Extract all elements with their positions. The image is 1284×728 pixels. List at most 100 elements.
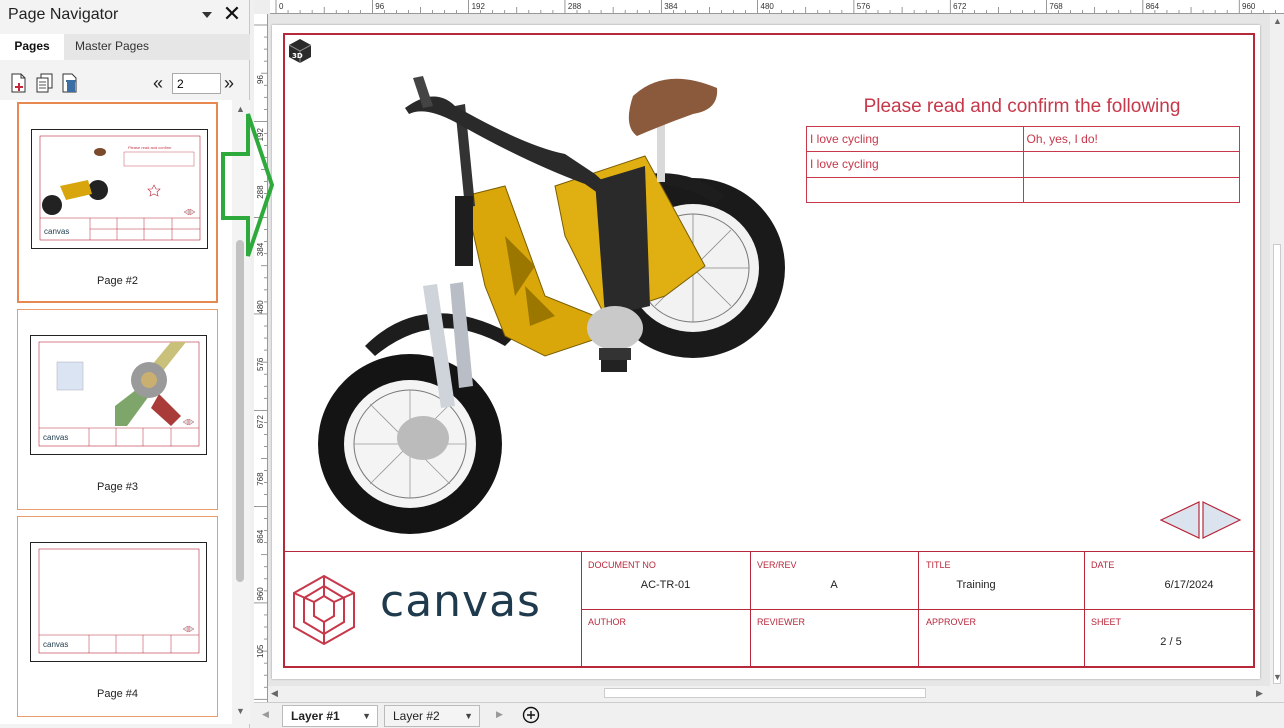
3d-cube-icon[interactable]: 3D (286, 37, 314, 65)
delete-page-icon[interactable] (60, 73, 80, 93)
ruler-label: 105 (256, 644, 265, 658)
layer-tab-bar: ◀ Layer #1 ▼ Layer #2 ▼ ▶ (254, 702, 1284, 728)
thumbnail-label: Page #2 (97, 275, 138, 287)
ruler-label: 576 (256, 357, 265, 371)
layer-next-icon[interactable]: ▶ (496, 709, 503, 720)
ruler-label: 672 (256, 415, 265, 429)
ruler-label: 768 (1049, 2, 1063, 11)
ruler-label: 960 (1242, 2, 1256, 11)
table-row: I love cycling Oh, yes, I do! (806, 125, 1240, 153)
thumbnail-label: Page #4 (97, 688, 138, 700)
ruler-label: 864 (256, 529, 265, 543)
page-thumbnail-2[interactable]: Please read and confirm canvas Page #2 (17, 102, 218, 303)
table-cell[interactable]: I love cycling (806, 151, 1024, 178)
ruler-label: 480 (761, 2, 775, 11)
layer-tab-label: Layer #2 (393, 709, 440, 723)
sheet-navigation-arrows[interactable] (1160, 500, 1242, 540)
ruler-label: 576 (857, 2, 871, 11)
table-cell[interactable] (806, 176, 1024, 204)
bike-3d-model[interactable] (305, 66, 805, 536)
tab-master-pages[interactable]: Master Pages (64, 34, 160, 60)
sheet-value[interactable]: 2 / 5 (1124, 636, 1218, 648)
thumbnail-preview: Please read and confirm canvas (31, 129, 208, 249)
scroll-left-icon[interactable]: ◀ (271, 688, 278, 699)
title-value[interactable]: Training (918, 579, 1034, 591)
add-layer-icon[interactable] (522, 706, 540, 724)
scroll-down-icon[interactable]: ▼ (1273, 672, 1282, 682)
scroll-down-icon[interactable]: ▼ (236, 706, 245, 716)
table-cell[interactable] (1022, 176, 1240, 204)
chevron-down-icon[interactable]: ▼ (362, 706, 371, 726)
close-icon[interactable]: ✕ (222, 3, 242, 25)
field-label: DATE (1091, 560, 1115, 570)
ruler-label: 864 (1146, 2, 1160, 11)
page-thumbnail-4[interactable]: canvas Page #4 (17, 516, 218, 717)
canvas-logo-icon (293, 574, 355, 646)
page-navigator-panel: Page Navigator ✕ Pages Master Pages « » (0, 0, 250, 728)
svg-text:Please read and confirm: Please read and confirm (128, 145, 172, 150)
field-label: REVIEWER (757, 617, 806, 627)
confirm-heading: Please read and confirm the following (863, 96, 1181, 117)
layer-tab-1[interactable]: Layer #1 ▼ (282, 705, 378, 727)
thumbnail-label: Page #3 (97, 481, 138, 493)
scrollbar-thumb[interactable] (1273, 244, 1281, 684)
table-row: I love cycling (806, 151, 1240, 178)
ruler-label: 768 (256, 472, 265, 486)
ruler-label: 288 (568, 2, 582, 11)
field-label: SHEET (1091, 617, 1122, 627)
ruler-label: 960 (256, 587, 265, 601)
document-no-value[interactable]: AC-TR-01 (581, 579, 750, 591)
title-block: canvas DOCUMENT NO AC-TR-01 VER/REV A TI… (284, 551, 1254, 668)
green-arrow-annotation (221, 113, 275, 257)
thumbnail-preview: canvas (30, 542, 207, 662)
horizontal-ruler: 0961922883844805766727688649601056115212… (270, 0, 1284, 14)
scroll-right-icon[interactable]: ▶ (1256, 688, 1263, 699)
ruler-corner (254, 0, 270, 14)
scrollbar-thumb[interactable] (236, 240, 244, 582)
thumbnail-preview: canvas (30, 335, 207, 455)
svg-text:canvas: canvas (44, 227, 69, 236)
dropdown-triangle-icon[interactable] (200, 8, 214, 22)
duplicate-page-icon[interactable] (35, 73, 55, 93)
panel-title: Page Navigator (8, 6, 119, 23)
layer-tab-label: Layer #1 (291, 709, 340, 723)
scrollbar-thumb[interactable] (604, 688, 926, 698)
page-thumbnail-3[interactable]: canvas Page #3 (17, 309, 218, 510)
next-page-button[interactable]: » (224, 73, 234, 94)
scroll-up-icon[interactable]: ▲ (1273, 16, 1282, 26)
svg-text:canvas: canvas (43, 433, 68, 442)
canvas-logo-text: canvas (380, 576, 541, 627)
canvas-horizontal-scrollbar[interactable]: ◀ ▶ (268, 686, 1270, 700)
date-value[interactable]: 6/17/2024 (1124, 579, 1254, 591)
tab-pages[interactable]: Pages (0, 34, 64, 60)
page-thumbnails: Please read and confirm canvas Page #2 c… (0, 100, 232, 724)
next-arrow-icon[interactable] (1202, 501, 1242, 539)
ruler-label: 96 (375, 2, 384, 11)
page-number-input[interactable] (172, 73, 221, 94)
table-cell[interactable]: I love cycling (806, 125, 1024, 153)
svg-text:3D: 3D (292, 52, 303, 60)
ruler-label: 384 (664, 2, 678, 11)
field-label: DOCUMENT NO (588, 560, 656, 570)
ruler-label: 192 (472, 2, 486, 11)
field-label: VER/REV (757, 560, 797, 570)
ruler-label: 480 (256, 300, 265, 314)
previous-page-button[interactable]: « (153, 73, 163, 94)
panel-tabs: Pages Master Pages (0, 34, 250, 60)
ver-rev-value[interactable]: A (750, 579, 918, 591)
confirm-table: I love cycling Oh, yes, I do! I love cyc… (806, 125, 1240, 204)
ruler-label: 672 (953, 2, 967, 11)
table-cell[interactable]: Oh, yes, I do! (1022, 125, 1240, 153)
field-label: APPROVER (926, 617, 977, 627)
field-label: TITLE (926, 560, 951, 570)
chevron-down-icon[interactable]: ▼ (464, 706, 473, 726)
canvas-vertical-scrollbar[interactable]: ▲ ▼ (1270, 14, 1284, 686)
ruler-label: 96 (256, 75, 265, 84)
previous-arrow-icon[interactable] (1160, 501, 1200, 539)
layer-tab-2[interactable]: Layer #2 ▼ (384, 705, 480, 727)
ruler-label: 0 (279, 2, 284, 11)
table-cell[interactable] (1022, 151, 1240, 178)
layer-prev-icon[interactable]: ◀ (262, 709, 269, 720)
add-page-icon[interactable] (9, 73, 29, 93)
svg-text:canvas: canvas (43, 640, 68, 649)
